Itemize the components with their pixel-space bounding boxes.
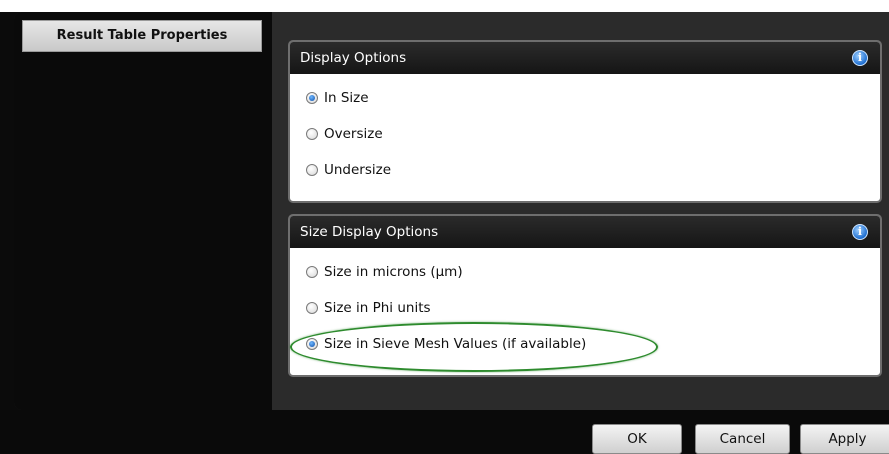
info-icon[interactable]: i [852, 50, 868, 66]
display-options-list: In Size Oversize Undersize [290, 74, 880, 188]
sidebar-item-result-table-properties[interactable]: Result Table Properties [22, 20, 262, 52]
dialog-footer: OK Cancel Apply [0, 410, 889, 454]
radio-option-size-in-sieve-mesh[interactable]: Size in Sieve Mesh Values (if available) [306, 326, 880, 362]
radio-button[interactable] [306, 164, 318, 176]
size-display-options-title: Size Display Options [300, 224, 439, 240]
apply-button[interactable]: Apply [800, 424, 889, 454]
radio-option-in-size[interactable]: In Size [306, 80, 880, 116]
display-options-header: Display Options i [290, 42, 880, 74]
info-icon[interactable]: i [852, 224, 868, 240]
radio-button-checked[interactable] [306, 92, 318, 104]
radio-option-oversize[interactable]: Oversize [306, 116, 880, 152]
ok-button[interactable]: OK [592, 424, 682, 454]
radio-option-undersize[interactable]: Undersize [306, 152, 880, 188]
radio-button[interactable] [306, 128, 318, 140]
display-options-group: Display Options i In Size Oversize Under… [288, 40, 882, 203]
display-options-title: Display Options [300, 50, 407, 66]
size-display-options-list: Size in microns (µm) Size in Phi units S… [290, 248, 880, 362]
size-display-options-header: Size Display Options i [290, 216, 880, 248]
radio-label: Undersize [324, 162, 392, 178]
size-display-options-group: Size Display Options i Size in microns (… [288, 214, 882, 377]
radio-label: Oversize [324, 126, 383, 142]
top-strip [0, 0, 889, 12]
cancel-button[interactable]: Cancel [695, 424, 790, 454]
radio-label: Size in Phi units [324, 300, 431, 316]
properties-dialog: Result Table Properties Display Options … [14, 12, 889, 410]
radio-button-checked[interactable] [306, 338, 318, 350]
main-panel: Display Options i In Size Oversize Under… [272, 12, 889, 410]
radio-label: Size in Sieve Mesh Values (if available) [324, 336, 587, 352]
radio-button[interactable] [306, 266, 318, 278]
sidebar: Result Table Properties [14, 12, 273, 410]
radio-label: Size in microns (µm) [324, 264, 463, 280]
radio-option-size-in-microns[interactable]: Size in microns (µm) [306, 254, 880, 290]
radio-label: In Size [324, 90, 369, 106]
radio-option-size-in-phi-units[interactable]: Size in Phi units [306, 290, 880, 326]
radio-button[interactable] [306, 302, 318, 314]
